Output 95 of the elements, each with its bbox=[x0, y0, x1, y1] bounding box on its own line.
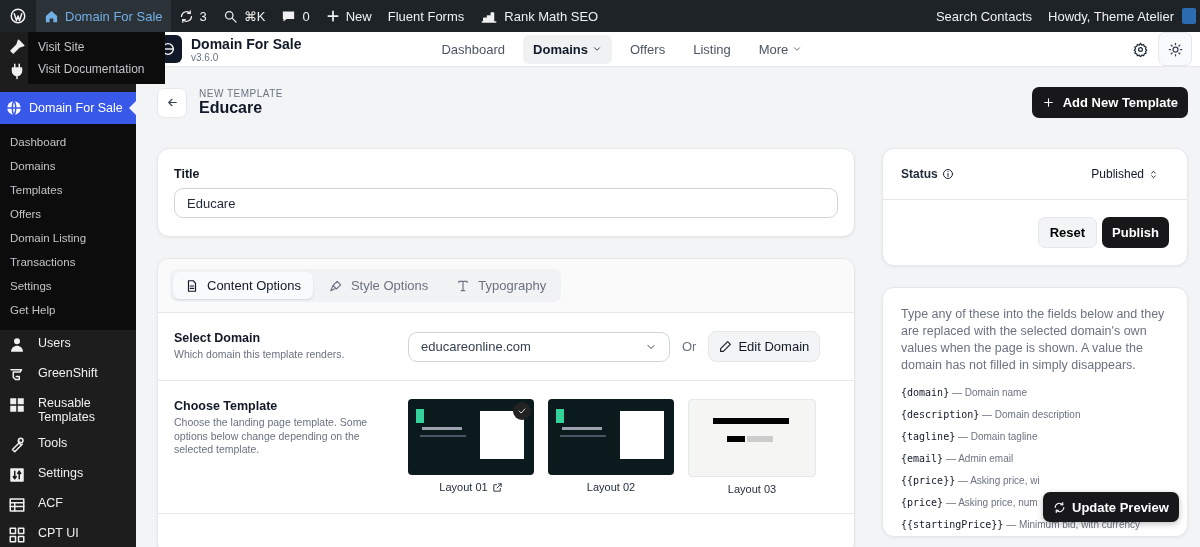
home-icon bbox=[44, 8, 59, 24]
template-label: Layout 01 bbox=[439, 481, 488, 493]
variable-item: {tagline} — Domain tagline bbox=[901, 430, 1038, 444]
nav-tab[interactable]: Offers bbox=[620, 34, 676, 64]
search-icon bbox=[222, 8, 238, 24]
variable-item: {email} — Admin email bbox=[901, 452, 1014, 466]
variable-item: {price} — Asking price, num bbox=[901, 496, 1038, 510]
pencil-icon bbox=[719, 340, 733, 353]
sidebar-item[interactable]: Settings bbox=[0, 460, 136, 490]
brush-icon bbox=[8, 38, 26, 56]
sidebar-submenu-item[interactable]: Transactions bbox=[0, 250, 136, 274]
nav-tab[interactable]: Domains bbox=[523, 34, 612, 64]
options-tab[interactable]: Typography bbox=[444, 272, 559, 299]
template-thumbnail[interactable] bbox=[548, 399, 674, 475]
toolbar-item[interactable]: Domain For Sale bbox=[36, 0, 171, 32]
toolbar-link[interactable]: Search Contacts bbox=[927, 0, 1041, 32]
nav-tab[interactable]: Dashboard bbox=[431, 34, 516, 64]
reset-button[interactable]: Reset bbox=[1037, 217, 1098, 248]
table-icon bbox=[8, 496, 26, 514]
template-label: Layout 02 bbox=[586, 481, 636, 493]
refresh-icon bbox=[1053, 500, 1066, 514]
add-template-button[interactable]: Add New Template bbox=[1031, 87, 1188, 118]
chevron-down-icon bbox=[792, 44, 803, 54]
template-thumbnail[interactable] bbox=[688, 399, 816, 477]
variable-item: {domain} — Domain name bbox=[901, 386, 1027, 400]
flyout-menu-item[interactable]: Visit Site bbox=[28, 36, 165, 58]
variable-item: {{price}} — Asking price, wi bbox=[901, 474, 1040, 488]
brush-icon bbox=[328, 278, 343, 293]
sliders-icon bbox=[8, 466, 26, 484]
sidebar-submenu-item[interactable]: Settings bbox=[0, 274, 136, 298]
text-icon bbox=[456, 278, 471, 293]
toolbar-item[interactable]: 0 bbox=[273, 0, 318, 32]
options-tab[interactable]: Style Options bbox=[316, 272, 441, 299]
app-name: Domain For Sale bbox=[191, 35, 302, 52]
sidebar-item[interactable]: Tools bbox=[0, 430, 136, 460]
row-title: Choose Template bbox=[174, 399, 279, 413]
variable-item: {description} — Domain description bbox=[901, 408, 1081, 422]
nav-tab[interactable]: Listing bbox=[683, 34, 741, 64]
status-select[interactable]: Published bbox=[1091, 167, 1159, 181]
field-label: Title bbox=[174, 167, 201, 181]
chevron-down-icon bbox=[592, 44, 602, 54]
chevron-updown-icon bbox=[1148, 168, 1159, 180]
theme-toggle-button[interactable] bbox=[1158, 32, 1192, 66]
publish-button[interactable]: Publish bbox=[1102, 217, 1169, 248]
template-thumbnail[interactable] bbox=[408, 399, 534, 475]
sidebar-item[interactable]: ACF bbox=[0, 490, 136, 520]
avatar-icon bbox=[1182, 8, 1196, 24]
globe-icon bbox=[5, 99, 23, 117]
info-icon bbox=[941, 168, 954, 180]
variables-intro: Type any of these into the fields below and they are replaced with the selected domain's own values when the page is shown. A value the domain has not filled in simply disappears. bbox=[901, 306, 1166, 374]
sidebar-submenu-item[interactable]: Templates bbox=[0, 178, 136, 202]
title-input[interactable]: Educare bbox=[174, 188, 838, 218]
page-eyebrow: NEW TEMPLATE bbox=[199, 88, 283, 99]
toolbar-item[interactable]: Fluent Forms bbox=[379, 0, 473, 32]
status-label: Status bbox=[901, 167, 938, 181]
toolbar-item[interactable]: 3 bbox=[170, 0, 215, 32]
sidebar-submenu-item[interactable]: Offers bbox=[0, 202, 136, 226]
user-icon bbox=[8, 336, 26, 354]
template-label: Layout 03 bbox=[727, 483, 777, 495]
row-description: Choose the landing page template. Some options below change depending on the selected template. bbox=[174, 416, 369, 457]
sidebar-item[interactable]: CPT UI bbox=[0, 520, 136, 547]
or-label: Or bbox=[682, 339, 697, 354]
sidebar-item[interactable]: Reusable Templates bbox=[0, 390, 136, 430]
update-preview-button[interactable]: Update Preview bbox=[1043, 492, 1179, 522]
app-version: v3.6.0 bbox=[191, 51, 220, 63]
toolbar-item[interactable]: New bbox=[317, 0, 380, 32]
sidebar-submenu-item[interactable]: Domain Listing bbox=[0, 226, 136, 250]
flyout-menu-item[interactable]: Visit Documentation bbox=[28, 58, 165, 80]
sidebar-item[interactable]: GreenShift bbox=[0, 360, 136, 390]
toolbar-link[interactable]: Howdy, Theme Atelier bbox=[1040, 0, 1182, 32]
refresh-icon bbox=[178, 8, 194, 24]
sidebar-submenu-item[interactable]: Get Help bbox=[0, 298, 136, 322]
arrow-left-icon bbox=[165, 96, 179, 109]
document-icon bbox=[185, 278, 199, 293]
row-title: Select Domain bbox=[174, 331, 262, 345]
settings-icon bbox=[1133, 41, 1148, 57]
sidebar-item[interactable]: Users bbox=[0, 330, 136, 360]
options-tab[interactable]: Content Options bbox=[173, 272, 313, 299]
qr-icon bbox=[8, 526, 26, 544]
domain-select[interactable]: educareonline.com bbox=[408, 331, 670, 362]
nav-tab[interactable]: More bbox=[748, 34, 813, 64]
page-title: Educare bbox=[199, 99, 264, 117]
sidebar-submenu-item[interactable]: Domains bbox=[0, 154, 136, 178]
sun-icon bbox=[1167, 41, 1183, 57]
sidebar-current-item[interactable]: Domain For Sale bbox=[0, 92, 136, 124]
grid-icon bbox=[8, 396, 26, 414]
sidebar-submenu-item[interactable]: Dashboard bbox=[0, 130, 136, 154]
toolbar-item[interactable]: ⌘K bbox=[214, 0, 274, 32]
row-description: Which domain this template renders. bbox=[174, 348, 346, 362]
wordpress-icon bbox=[9, 7, 27, 25]
toolbar-item[interactable]: Rank Math SEO bbox=[472, 0, 607, 32]
plus-icon bbox=[325, 9, 340, 23]
plus-icon bbox=[1041, 96, 1055, 109]
edit-domain-button[interactable]: Edit Domain bbox=[708, 331, 821, 362]
external-link-icon bbox=[491, 481, 503, 493]
